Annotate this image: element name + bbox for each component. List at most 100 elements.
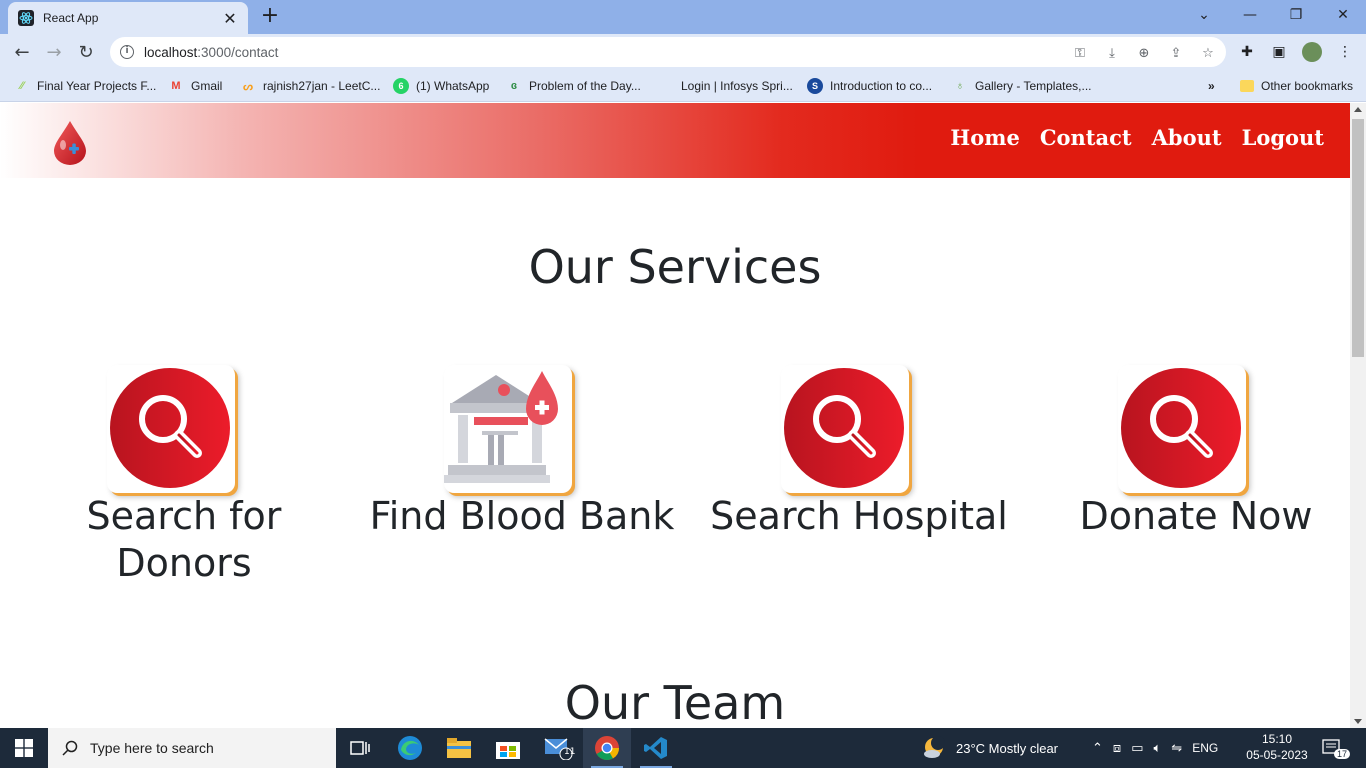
edge-icon[interactable] xyxy=(386,728,434,768)
system-tray-icons: ⌃ ⧈ ▭ 🔈︎ ⇋ ENG xyxy=(1092,728,1218,768)
share-icon[interactable]: ⇪ xyxy=(1168,45,1184,61)
course-icon: S xyxy=(807,78,823,94)
blood-bank-icon xyxy=(444,371,558,483)
battery-icon[interactable]: ▭ xyxy=(1131,740,1143,756)
search-icon xyxy=(62,740,78,756)
bookmark-item[interactable]: Login | Infosys Spri... xyxy=(658,76,793,96)
scroll-up-icon[interactable] xyxy=(1354,107,1362,112)
service-label: Search for Donors xyxy=(86,494,282,585)
password-key-icon[interactable]: ⚿ xyxy=(1072,45,1088,61)
bookmark-item[interactable]: 6 (1) WhatsApp xyxy=(393,76,489,96)
site-info-icon[interactable]: i xyxy=(120,45,134,59)
notification-center-icon[interactable]: 17 xyxy=(1322,728,1351,768)
chrome-icon[interactable] xyxy=(583,728,631,768)
scrollbar-thumb[interactable] xyxy=(1352,119,1364,357)
taskbar-clock[interactable]: 15:10 05-05-2023 xyxy=(1240,731,1314,763)
bookmark-star-icon[interactable]: ☆ xyxy=(1200,45,1216,61)
clock-time: 15:10 xyxy=(1261,732,1293,746)
browser-tab[interactable]: React App ✕ xyxy=(8,2,248,34)
vscode-icon[interactable] xyxy=(632,728,680,768)
address-bar[interactable]: i localhost:3000/contact ⚿ ⤓ ⊕ ⇪ ☆ xyxy=(110,37,1226,67)
blood-drop-logo-icon[interactable] xyxy=(50,117,92,167)
back-button[interactable]: ← xyxy=(9,39,35,65)
windows-taskbar: Type here to search 11 23°C Mostly clear… xyxy=(0,728,1366,768)
start-button[interactable] xyxy=(0,728,48,768)
clock-date: 05-05-2023 xyxy=(1246,748,1308,762)
gallery-icon: ♁ xyxy=(955,80,965,92)
bookmarks-bar: ⁄⁄ Final Year Projects F... M Gmail ᔕ rajni… xyxy=(0,70,1366,102)
service-icon-box xyxy=(107,365,235,493)
other-bookmarks-folder[interactable]: Other bookmarks xyxy=(1240,76,1353,96)
nav-logout-link[interactable]: Logout xyxy=(1242,125,1324,150)
mail-badge: 11 xyxy=(564,747,576,757)
reload-button[interactable]: ↻ xyxy=(73,39,99,65)
search-icon xyxy=(110,368,230,488)
nav-contact-link[interactable]: Contact xyxy=(1040,125,1132,150)
service-icon-box xyxy=(444,365,572,493)
services-heading: Our Services xyxy=(528,240,822,294)
close-window-button[interactable]: ✕ xyxy=(1320,0,1366,30)
service-label: Search Hospital xyxy=(710,494,1008,538)
extensions-icon[interactable]: ✚ xyxy=(1238,43,1256,61)
weather-text: 23°C Mostly clear xyxy=(956,740,1059,756)
volume-icon[interactable]: 🔈︎ xyxy=(1153,740,1161,756)
search-icon xyxy=(1121,368,1241,488)
forward-button[interactable]: → xyxy=(41,39,67,65)
folder-icon xyxy=(1240,80,1254,92)
side-panel-icon[interactable]: ▣ xyxy=(1270,43,1288,61)
chevron-up-icon[interactable]: ⌃ xyxy=(1092,740,1103,756)
nav-home-link[interactable]: Home xyxy=(950,125,1019,150)
network-icon[interactable]: ⇋ xyxy=(1171,740,1182,756)
bookmark-blank-icon xyxy=(658,78,674,94)
gmail-icon: M xyxy=(171,80,181,92)
new-tab-button[interactable]: + xyxy=(258,4,282,28)
page-viewport: Home Contact About Logout Our Services S… xyxy=(0,103,1350,728)
react-icon xyxy=(18,10,34,26)
url-text: localhost:3000/contact xyxy=(144,44,279,60)
leetcode-icon: ᔕ xyxy=(243,80,253,93)
team-heading: Our Team xyxy=(564,676,786,728)
bookmark-item[interactable]: S Introduction to co... xyxy=(807,76,932,96)
site-navbar: Home Contact About Logout xyxy=(0,103,1350,178)
more-bookmarks-button[interactable]: » xyxy=(1208,76,1215,96)
bookmark-item[interactable]: M Gmail xyxy=(168,76,222,96)
microsoft-store-icon[interactable] xyxy=(484,728,532,768)
service-icon-box xyxy=(781,365,909,493)
search-placeholder: Type here to search xyxy=(90,740,214,756)
page-scrollbar[interactable] xyxy=(1350,103,1366,728)
restore-button[interactable]: ❐ xyxy=(1273,0,1319,30)
windows-logo-icon xyxy=(15,739,33,757)
taskbar-search-box[interactable]: Type here to search xyxy=(48,728,336,768)
zoom-icon[interactable]: ⊕ xyxy=(1136,45,1152,61)
bookmark-favicon-icon: ⁄⁄ xyxy=(20,80,24,92)
service-icon-box xyxy=(1118,365,1246,493)
menu-icon[interactable]: ⋮ xyxy=(1336,43,1354,61)
weather-widget[interactable]: 23°C Mostly clear xyxy=(922,728,1058,768)
bookmark-item[interactable]: ⁄⁄ Final Year Projects F... xyxy=(14,76,156,96)
browser-toolbar: ← → ↻ i localhost:3000/contact ⚿ ⤓ ⊕ ⇪ ☆… xyxy=(0,34,1366,70)
mail-icon[interactable]: 11 xyxy=(534,728,582,768)
bookmark-item[interactable]: ♁ Gallery - Templates,... xyxy=(952,76,1092,96)
tab-title: React App xyxy=(43,11,99,25)
bookmark-item[interactable]: ɞ Problem of the Day... xyxy=(506,76,641,96)
profile-avatar[interactable] xyxy=(1302,42,1322,62)
file-explorer-icon[interactable] xyxy=(435,728,483,768)
weather-moon-icon xyxy=(924,736,945,758)
browser-tab-strip: React App ✕ + ⌄ — ❐ ✕ xyxy=(0,0,1366,34)
scroll-down-icon[interactable] xyxy=(1354,719,1362,724)
tab-search-icon[interactable]: ⌄ xyxy=(1181,0,1227,30)
meet-now-icon[interactable]: ⧈ xyxy=(1113,740,1121,756)
service-label: Donate Now xyxy=(1079,494,1313,538)
task-view-icon[interactable] xyxy=(336,728,384,768)
notification-badge: 17 xyxy=(1334,749,1351,759)
install-app-icon[interactable]: ⤓ xyxy=(1104,45,1120,61)
close-tab-icon[interactable]: ✕ xyxy=(222,9,238,28)
service-label: Find Blood Bank xyxy=(369,494,675,538)
nav-about-link[interactable]: About xyxy=(1152,125,1222,150)
search-icon xyxy=(784,368,904,488)
language-indicator[interactable]: ENG xyxy=(1192,741,1218,755)
bookmark-item[interactable]: ᔕ rajnish27jan - LeetC... xyxy=(240,76,380,96)
minimize-button[interactable]: — xyxy=(1227,0,1273,30)
nav-links: Home Contact About Logout xyxy=(950,125,1324,150)
whatsapp-icon: 6 xyxy=(393,78,409,94)
